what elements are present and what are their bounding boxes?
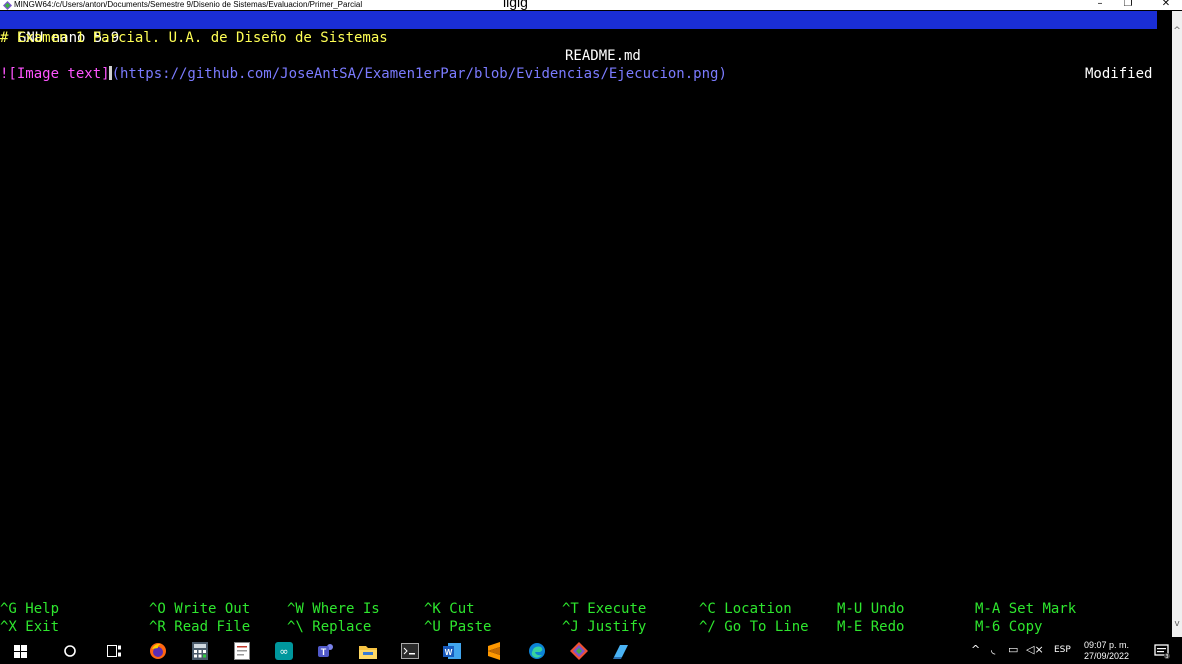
heading-line[interactable]: # Examen 1 Parcial. U.A. de Diseño de Si…: [0, 29, 388, 47]
shortcut-exit: ^X Exit: [0, 619, 60, 635]
shortcut-cut: ^K Cut: [424, 601, 475, 617]
nano-header-bar: GNU nano 5.9 README.md Modified: [0, 11, 1157, 82]
teams-icon[interactable]: T: [316, 641, 336, 661]
notepad-icon[interactable]: [232, 641, 252, 661]
image-url: (https://github.com/JoseAntSA/Examen1erP…: [111, 66, 727, 82]
clock-date: 27/09/2022: [1084, 651, 1130, 661]
git-bash-icon: [3, 1, 12, 10]
overlapping-text: ligig: [503, 0, 528, 10]
shortcut-set-mark: M-A Set Mark: [975, 601, 1077, 617]
battery-icon[interactable]: ▭: [1008, 643, 1018, 656]
svg-text:T: T: [321, 647, 327, 657]
windows-taskbar: ∞ T W ^ ◟ ▭ ◁× ESP 09:07 p. m. 27/09/202…: [0, 637, 1182, 664]
shortcut-redo: M-E Redo: [837, 619, 905, 635]
windows-start-icon[interactable]: [10, 641, 30, 661]
image-alt-text: ![Image text]: [0, 66, 110, 82]
show-hidden-icons-icon[interactable]: ^: [971, 643, 980, 656]
app-icon[interactable]: [611, 641, 631, 661]
svg-text:W: W: [445, 648, 453, 657]
clock[interactable]: 09:07 p. m. 27/09/2022: [1084, 640, 1129, 662]
file-explorer-icon[interactable]: [358, 641, 378, 661]
svg-text:∞: ∞: [279, 645, 288, 658]
notification-icon[interactable]: 3: [1152, 641, 1172, 661]
firefox-icon[interactable]: [148, 641, 168, 661]
notification-count: 3: [1165, 654, 1168, 659]
modified-status: Modified: [1085, 66, 1153, 82]
edge-icon[interactable]: [527, 641, 547, 661]
shortcut-justify: ^J Justify: [562, 619, 647, 635]
shortcut-read-file: ^R Read File: [149, 619, 251, 635]
window-titlebar: MINGW64:/c/Users/anton/Documents/Semestr…: [0, 0, 1182, 10]
clock-time: 09:07 p. m.: [1084, 640, 1130, 650]
scroll-down-icon[interactable]: v: [1173, 619, 1181, 629]
shortcut-paste: ^U Paste: [424, 619, 492, 635]
shortcut-location: ^C Location: [699, 601, 792, 617]
search-icon[interactable]: [60, 641, 80, 661]
sublime-icon[interactable]: [484, 641, 504, 661]
volume-icon[interactable]: ◁×: [1026, 643, 1044, 656]
image-link-line[interactable]: ![Image text] (https://github.com/JoseAnt…: [0, 65, 727, 83]
file-name: README.md: [565, 48, 641, 64]
vertical-scrollbar[interactable]: ^ v: [1172, 11, 1182, 637]
arduino-icon[interactable]: ∞: [274, 641, 294, 661]
shortcut-help: ^G Help: [0, 601, 60, 617]
task-view-icon[interactable]: [104, 641, 124, 661]
nano-shortcut-bar: ^G Help ^X Exit ^O Write Out ^R Read Fil…: [0, 600, 1160, 636]
terminal-area[interactable]: GNU nano 5.9 README.md Modified # Examen…: [0, 11, 1172, 637]
git-icon[interactable]: [569, 641, 589, 661]
wifi-icon[interactable]: ◟: [991, 643, 995, 656]
word-icon[interactable]: W: [442, 641, 462, 661]
language-indicator[interactable]: ESP: [1054, 645, 1071, 655]
scroll-up-icon[interactable]: ^: [1173, 26, 1181, 36]
terminal-icon[interactable]: [400, 641, 420, 661]
shortcut-copy: M-6 Copy: [975, 619, 1043, 635]
calculator-icon[interactable]: [190, 641, 210, 661]
shortcut-replace: ^\ Replace: [287, 619, 372, 635]
shortcut-execute: ^T Execute: [562, 601, 647, 617]
shortcut-undo: M-U Undo: [837, 601, 905, 617]
shortcut-where-is: ^W Where Is: [287, 601, 380, 617]
shortcut-go-to-line: ^/ Go To Line: [699, 619, 809, 635]
window-title: MINGW64:/c/Users/anton/Documents/Semestr…: [14, 0, 363, 9]
shortcut-write-out: ^O Write Out: [149, 601, 251, 617]
